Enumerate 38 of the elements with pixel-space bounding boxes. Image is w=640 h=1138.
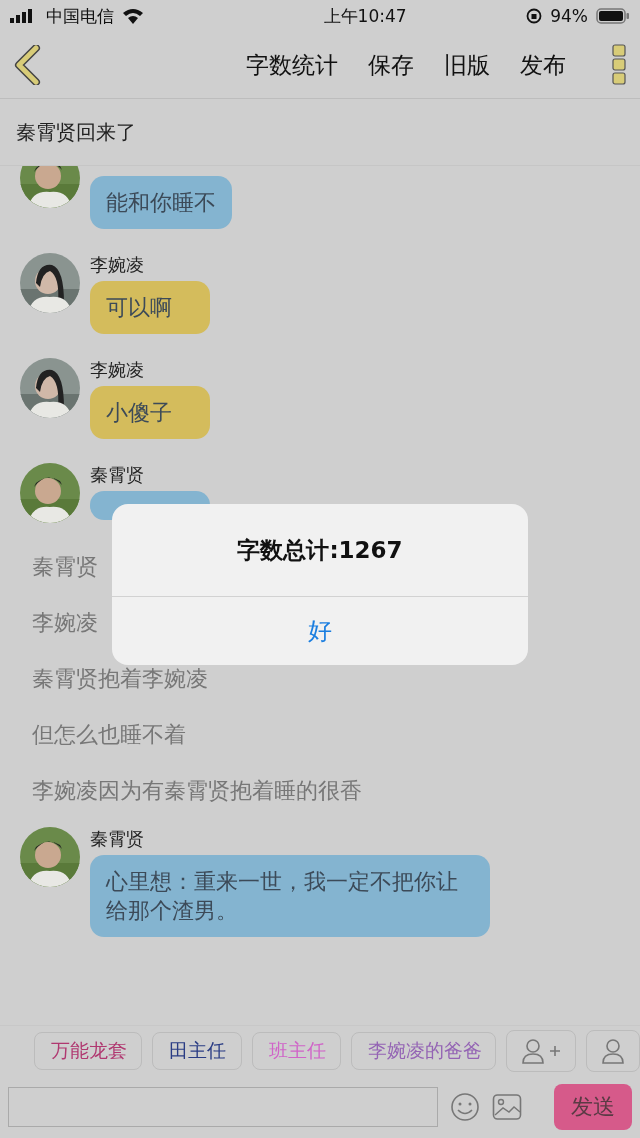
person-icon	[601, 1038, 625, 1064]
role-button[interactable]	[586, 1030, 640, 1072]
toolbar-action[interactable]: 旧版	[444, 49, 490, 81]
wifi-icon	[122, 8, 144, 24]
sender-name: 秦霄贤	[90, 827, 144, 849]
alert-ok-button[interactable]: 好	[112, 597, 528, 665]
person-icon	[521, 1038, 545, 1064]
battery-icon	[596, 8, 630, 24]
add-role-button[interactable]	[506, 1030, 576, 1072]
message-input[interactable]	[8, 1087, 438, 1127]
role-chip[interactable]: 万能龙套	[34, 1032, 142, 1070]
narration-text: 秦霄贤抱着李婉凌	[32, 665, 208, 693]
sender-name: 李婉凌	[90, 358, 144, 380]
battery-percent: 94%	[550, 6, 588, 26]
clock: 上午10:47	[323, 4, 407, 28]
alert-title: 字数总计:1267	[112, 504, 528, 597]
image-icon[interactable]	[492, 1093, 522, 1121]
toolbar-action[interactable]: 发布	[520, 49, 566, 81]
role-chip[interactable]: 田主任	[152, 1032, 242, 1070]
message-bubble: 心里想：重来一世，我一定不把你让给那个渣男。	[90, 855, 490, 937]
narration-text: 李婉凌	[32, 609, 98, 637]
toolbar-action[interactable]: 保存	[368, 49, 414, 81]
rotation-lock-icon	[526, 8, 543, 24]
back-button[interactable]	[14, 45, 42, 85]
sender-name: 秦霄贤	[90, 463, 144, 485]
toolbar-action[interactable]: 字数统计	[246, 49, 338, 81]
sender-name: 李婉凌	[90, 253, 144, 275]
narration-text: 李婉凌因为有秦霄贤抱着睡的很香	[32, 777, 362, 805]
chapter-title: 秦霄贤回来了	[0, 99, 640, 166]
message-bubble: 小傻子	[90, 386, 210, 439]
carrier-label: 中国电信	[46, 4, 114, 28]
plus-icon	[549, 1045, 561, 1057]
narration-text: 秦霄贤	[32, 553, 98, 581]
emoji-icon[interactable]	[450, 1092, 480, 1122]
menu-button[interactable]	[612, 44, 626, 86]
narration-text: 但怎么也睡不着	[32, 721, 186, 749]
message-bubble: 可以啊	[90, 281, 210, 334]
message-bubble: 能和你睡不	[90, 176, 232, 229]
